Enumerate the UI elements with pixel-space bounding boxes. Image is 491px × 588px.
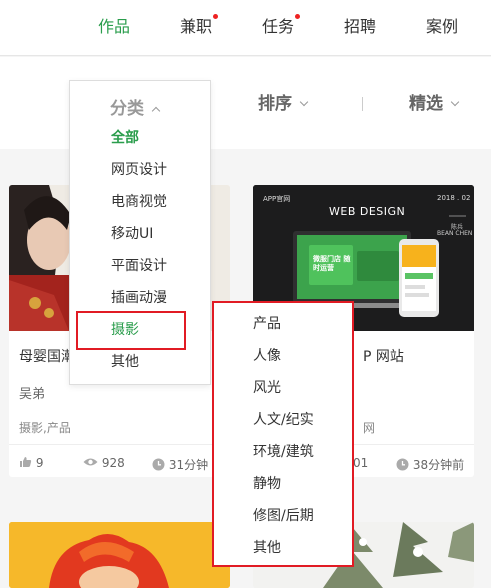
image-brand: APP官网 xyxy=(263,195,291,203)
card-author[interactable]: 吴弟 xyxy=(19,383,45,402)
subcategory-item-still-life[interactable]: 静物 xyxy=(253,475,281,493)
card-tags: 摄影,产品 xyxy=(19,421,71,435)
subcategory-item-retouching[interactable]: 修图/后期 xyxy=(253,507,314,525)
nav-item-recruit[interactable]: 招聘 xyxy=(344,16,376,38)
nav-item-tasks[interactable]: 任务 xyxy=(262,14,301,38)
card-tags: 网 xyxy=(363,421,376,435)
category-item-graphic-design[interactable]: 平面设计 xyxy=(111,257,167,275)
time-stat: 38分钟前 xyxy=(396,456,464,473)
illustration-thumbnail xyxy=(9,522,230,588)
image-author-en: BEAN CHEN xyxy=(437,230,473,237)
clock-icon xyxy=(396,458,409,471)
eye-icon xyxy=(83,458,98,466)
nav-item-parttime[interactable]: 兼职 xyxy=(180,14,219,38)
view-stat: 01 xyxy=(353,456,369,470)
time-stat: 31分钟 xyxy=(152,456,208,473)
category-filter[interactable]: 分类 xyxy=(110,94,161,119)
subcategory-dropdown: 产品 人像 风光 人文/纪实 环境/建筑 静物 修图/后期 其他 xyxy=(212,301,354,567)
like-stat: 9 xyxy=(19,456,43,470)
chevron-down-icon xyxy=(299,97,309,107)
work-card[interactable] xyxy=(9,522,230,588)
image-screen-text: 微服门店 随时运营 xyxy=(313,255,351,272)
featured-filter[interactable]: 精选 xyxy=(409,93,460,115)
subcategory-item-product[interactable]: 产品 xyxy=(253,315,281,333)
clock-icon xyxy=(152,458,165,471)
subcategory-item-portrait[interactable]: 人像 xyxy=(253,347,281,365)
notification-dot xyxy=(213,14,219,19)
chevron-down-icon xyxy=(450,97,460,107)
category-item-mobile-ui[interactable]: 移动UI xyxy=(111,225,153,243)
chevron-up-icon xyxy=(151,106,161,116)
thumbs-up-icon xyxy=(20,457,32,467)
category-item-web-design[interactable]: 网页设计 xyxy=(111,161,167,179)
highlight-box xyxy=(76,311,186,350)
notification-dot xyxy=(295,14,301,19)
subcategory-item-other[interactable]: 其他 xyxy=(253,539,281,557)
divider xyxy=(362,97,363,111)
category-item-other[interactable]: 其他 xyxy=(111,353,139,371)
category-item-illustration[interactable]: 插画动漫 xyxy=(111,289,167,307)
category-item-ecommerce[interactable]: 电商视觉 xyxy=(111,193,167,211)
view-stat: 928 xyxy=(83,456,125,470)
sort-filter[interactable]: 排序 xyxy=(258,93,309,115)
nav-item-cases[interactable]: 案例 xyxy=(426,16,458,38)
top-nav: 作品 兼职 任务 招聘 案例 xyxy=(0,0,491,56)
card-title[interactable]: P 网站 xyxy=(363,346,404,366)
category-item-all[interactable]: 全部 xyxy=(111,129,139,147)
image-headline: WEB DESIGN xyxy=(329,205,406,218)
divider xyxy=(9,444,230,445)
card-title[interactable]: 母婴国潮 xyxy=(19,346,75,366)
image-date: 2018 . 02 xyxy=(437,194,471,202)
subcategory-item-landscape[interactable]: 风光 xyxy=(253,379,281,397)
subcategory-item-documentary[interactable]: 人文/纪实 xyxy=(253,411,314,429)
nav-item-works[interactable]: 作品 xyxy=(98,16,130,38)
subcategory-item-architecture[interactable]: 环境/建筑 xyxy=(253,443,314,461)
